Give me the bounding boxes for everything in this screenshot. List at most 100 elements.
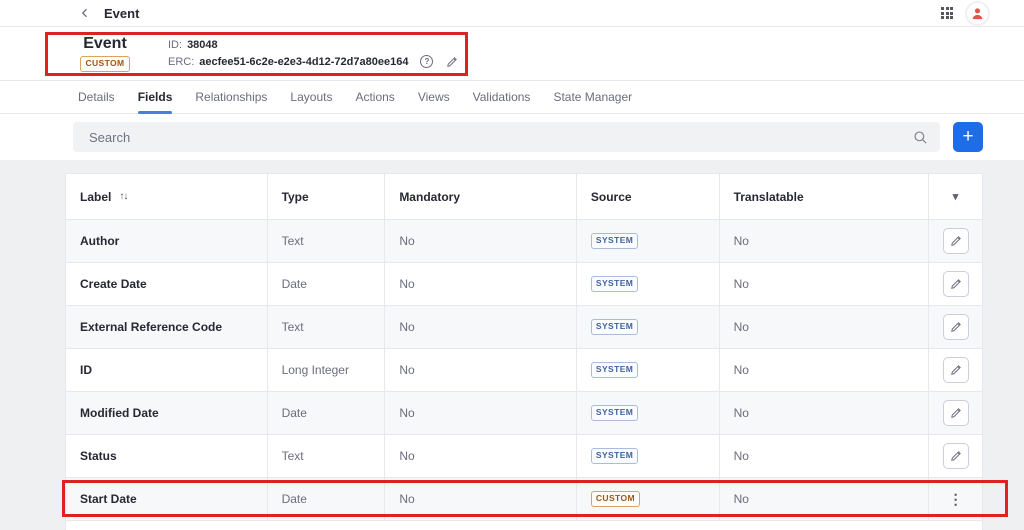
cell-source: CUSTOM	[577, 478, 720, 520]
cell-mandatory: No	[385, 263, 577, 305]
edit-field-button[interactable]	[942, 357, 969, 383]
tab-state-manager[interactable]: State Manager	[553, 81, 632, 113]
table-row: ID Long Integer No SYSTEM No	[66, 348, 982, 391]
table-row: Status Text No SYSTEM No	[66, 434, 982, 477]
table-row: Modified Date Date No SYSTEM No	[66, 391, 982, 434]
fields-table: Label ↑↓ Type Mandatory Source Translata…	[65, 173, 983, 530]
entity-id-row: ID: 38048	[168, 39, 459, 51]
source-badge: SYSTEM	[590, 233, 639, 249]
cell-actions	[929, 220, 982, 262]
column-header-label[interactable]: Label ↑↓	[66, 174, 268, 219]
erc-label: ERC:	[168, 55, 195, 68]
source-badge: CUSTOM	[590, 491, 640, 507]
chevron-down-icon[interactable]: ▾	[953, 190, 959, 203]
cell-mandatory: No	[385, 306, 577, 348]
entity-header: Event CUSTOM ID: 38048 ERC: aecfee51-6c2…	[0, 27, 1024, 81]
cell-mandatory: No	[385, 478, 577, 520]
edit-field-button[interactable]	[942, 271, 969, 297]
cell-translatable: No	[720, 478, 930, 520]
id-label: ID:	[168, 38, 183, 51]
edit-field-button[interactable]	[942, 228, 969, 254]
id-value: 38048	[187, 38, 218, 51]
search-input[interactable]	[89, 129, 913, 145]
cell-actions	[929, 392, 982, 434]
cell-source: SYSTEM	[577, 306, 720, 348]
tab-fields[interactable]: Fields	[137, 81, 172, 114]
cell-source: SYSTEM	[577, 349, 720, 391]
source-badge: SYSTEM	[590, 405, 639, 421]
table-header: Label ↑↓ Type Mandatory Source Translata…	[66, 174, 982, 219]
edit-field-button[interactable]	[942, 443, 969, 469]
topbar-actions	[941, 2, 988, 24]
search-icon	[913, 130, 928, 145]
source-badge: SYSTEM	[590, 276, 639, 292]
cell-translatable: No	[720, 349, 930, 391]
topbar: Event	[0, 0, 1024, 27]
tab-relationships[interactable]: Relationships	[195, 81, 267, 113]
cell-label: Start Date	[66, 478, 268, 520]
cell-type: Text	[268, 306, 386, 348]
tab-validations[interactable]: Validations	[473, 81, 531, 113]
add-field-button[interactable]: +	[953, 122, 983, 152]
sort-arrows-icon[interactable]: ↑↓	[119, 191, 128, 202]
cell-source: SYSTEM	[577, 392, 720, 434]
cell-source: SYSTEM	[577, 263, 720, 305]
tab-actions[interactable]: Actions	[355, 81, 394, 113]
entity-meta: ID: 38048 ERC: aecfee51-6c2e-e2e3-4d12-7…	[168, 39, 459, 69]
back-chevron-icon[interactable]	[78, 6, 92, 20]
entity-custom-badge: CUSTOM	[80, 56, 130, 72]
cell-actions: ⋮	[929, 478, 982, 520]
pencil-icon	[950, 279, 961, 289]
column-header-actions: ▾	[929, 174, 982, 219]
info-circle-icon[interactable]: ?	[420, 55, 434, 68]
cell-label: Author	[66, 220, 268, 262]
table-row: External Reference Code Text No SYSTEM No	[66, 305, 982, 348]
cell-translatable: No	[720, 435, 930, 477]
search-box	[73, 122, 940, 152]
table-row-partial	[66, 520, 982, 530]
edit-field-button[interactable]	[942, 400, 969, 426]
table-body: Author Text No SYSTEM No Create Date Date No SYS…	[66, 219, 982, 520]
column-header-source: Source	[577, 174, 720, 219]
table-row: Create Date Date No SYSTEM No	[66, 262, 982, 305]
pencil-icon	[950, 365, 961, 375]
tab-layouts[interactable]: Layouts	[290, 81, 332, 113]
cell-mandatory: No	[385, 435, 577, 477]
source-badge: SYSTEM	[590, 362, 639, 378]
cell-type: Text	[268, 435, 386, 477]
tab-details[interactable]: Details	[78, 81, 115, 113]
edit-erc-pencil-icon[interactable]	[445, 55, 459, 69]
column-header-type: Type	[268, 174, 386, 219]
entity-name: Event	[83, 35, 127, 53]
cell-actions	[929, 263, 982, 305]
cell-type: Date	[268, 392, 386, 434]
user-avatar-icon[interactable]	[967, 2, 988, 24]
cell-translatable: No	[720, 392, 930, 434]
page-title: Event	[104, 5, 140, 21]
app-window: Event Event CUSTOM ID: 38048 ERC: aecfee…	[0, 0, 1024, 530]
page-body: Label ↑↓ Type Mandatory Source Translata…	[0, 160, 1024, 530]
tab-views[interactable]: Views	[418, 81, 450, 113]
cell-translatable: No	[720, 306, 930, 348]
cell-label: External Reference Code	[66, 306, 268, 348]
cell-type: Text	[268, 220, 386, 262]
search-section: +	[0, 114, 1024, 160]
kebab-menu-icon[interactable]: ⋮	[943, 488, 969, 510]
cell-label: Status	[66, 435, 268, 477]
column-header-translatable: Translatable	[720, 174, 930, 219]
cell-mandatory: No	[385, 349, 577, 391]
cell-translatable: No	[720, 263, 930, 305]
apps-grid-icon[interactable]	[941, 7, 953, 19]
cell-source: SYSTEM	[577, 220, 720, 262]
cell-actions	[929, 306, 982, 348]
pencil-icon	[950, 408, 961, 418]
table-row: Author Text No SYSTEM No	[66, 219, 982, 262]
edit-field-button[interactable]	[942, 314, 969, 340]
pencil-icon	[950, 322, 961, 332]
pencil-icon	[950, 451, 961, 461]
cell-actions	[929, 435, 982, 477]
cell-translatable: No	[720, 220, 930, 262]
cell-label: ID	[66, 349, 268, 391]
source-badge: SYSTEM	[590, 319, 639, 335]
cell-type: Date	[268, 263, 386, 305]
